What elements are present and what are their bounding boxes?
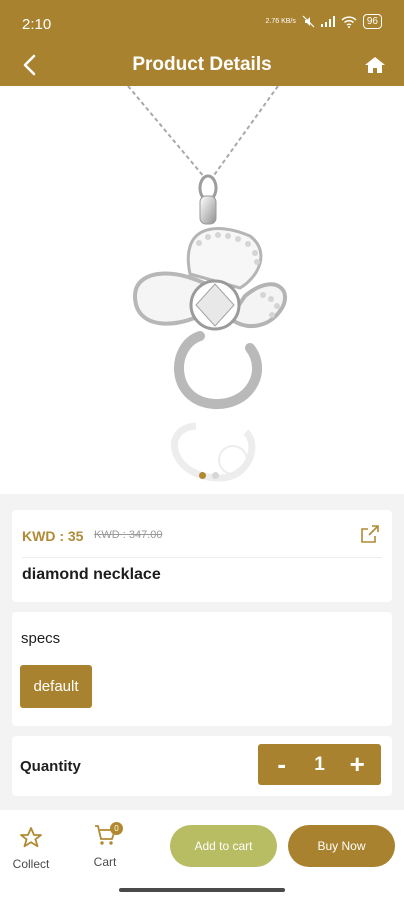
home-icon xyxy=(365,57,385,73)
bottom-action-bar: Collect 0 Cart Add to cart Buy Now xyxy=(0,810,404,900)
buy-now-button[interactable]: Buy Now xyxy=(288,825,395,867)
decrease-quantity-button[interactable]: - xyxy=(267,749,297,780)
network-speed: 2.76 KB/s xyxy=(265,17,296,25)
increase-quantity-button[interactable]: + xyxy=(342,749,372,780)
collect-label: Collect xyxy=(12,857,50,871)
status-bar: 2:10 2.76 KB/s 96 xyxy=(0,0,404,46)
signal-icon xyxy=(320,16,335,27)
original-price: KWD : 347.00 xyxy=(94,529,163,541)
star-icon xyxy=(20,827,42,848)
share-button[interactable] xyxy=(358,522,382,546)
price-card: KWD : 35 KWD : 347.00 diamond necklace xyxy=(12,510,392,602)
current-price: KWD : 35 xyxy=(22,528,84,544)
necklace-image xyxy=(127,86,287,482)
status-time: 2:10 xyxy=(22,16,52,33)
cart-label: Cart xyxy=(93,855,117,869)
page-title: Product Details xyxy=(132,54,272,75)
carousel-indicator xyxy=(199,472,219,479)
cart-button[interactable]: 0 Cart xyxy=(82,822,128,869)
quantity-stepper: - 1 + xyxy=(258,744,381,785)
app-header: Product Details xyxy=(0,46,404,86)
carousel-dot[interactable] xyxy=(212,472,219,479)
add-to-cart-button[interactable]: Add to cart xyxy=(170,825,277,867)
quantity-card: Quantity - 1 + xyxy=(12,736,392,796)
spec-option-default[interactable]: default xyxy=(20,665,92,708)
share-icon xyxy=(361,525,379,543)
mute-icon xyxy=(302,15,315,28)
status-icons: 2.76 KB/s 96 xyxy=(266,14,382,29)
cart-count-badge: 0 xyxy=(110,822,123,835)
quantity-label: Quantity xyxy=(20,758,81,775)
quantity-value: 1 xyxy=(314,753,325,775)
battery-indicator: 96 xyxy=(362,14,382,29)
home-button[interactable] xyxy=(358,48,392,82)
divider xyxy=(22,557,382,558)
specs-label: specs xyxy=(21,630,61,647)
home-indicator[interactable] xyxy=(119,888,285,892)
specs-card: specs default xyxy=(12,612,392,726)
product-name: diamond necklace xyxy=(22,566,161,583)
product-image[interactable] xyxy=(0,86,404,494)
carousel-dot-active[interactable] xyxy=(199,472,206,479)
wifi-icon xyxy=(341,15,357,28)
collect-button[interactable]: Collect xyxy=(8,826,54,871)
